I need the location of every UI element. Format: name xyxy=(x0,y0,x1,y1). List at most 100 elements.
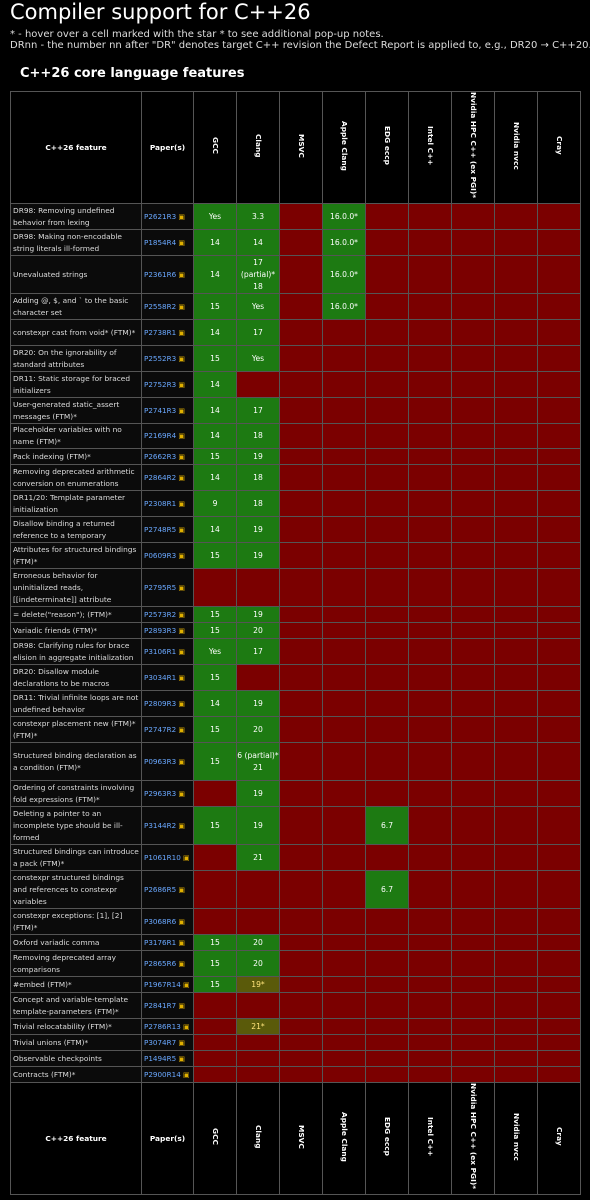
paper-link[interactable]: P2865R6 ▣ xyxy=(141,950,194,977)
paper-link[interactable]: P2621R3 ▣ xyxy=(141,203,194,230)
paper-id[interactable]: P2308R1 xyxy=(144,499,176,508)
feature-name[interactable]: Structured binding declaration as a cond… xyxy=(10,742,142,781)
feature-name[interactable]: constexpr placement new (FTM)* (FTM)* xyxy=(10,716,142,743)
paper-id[interactable]: P2552R3 xyxy=(144,354,176,363)
paper-link[interactable]: P2963R3 ▣ xyxy=(141,780,194,807)
support-cell-apple-clang[interactable]: 16.0.0* xyxy=(322,255,366,294)
feature-name[interactable]: Trivial relocatability (FTM)* xyxy=(10,1018,142,1035)
paper-id[interactable]: P3176R1 xyxy=(144,938,176,947)
paper-id[interactable]: P2786R13 xyxy=(144,1022,181,1031)
feature-name[interactable]: Deleting a pointer to an incomplete type… xyxy=(10,806,142,845)
paper-link[interactable]: P3106R1 ▣ xyxy=(141,638,194,665)
paper-id[interactable]: P2573R2 xyxy=(144,610,176,619)
paper-id[interactable]: P1061R10 xyxy=(144,853,181,862)
paper-id[interactable]: P2893R3 xyxy=(144,626,176,635)
paper-link[interactable]: P1494R5 ▣ xyxy=(141,1050,194,1067)
feature-name[interactable]: Contracts (FTM)* xyxy=(10,1066,142,1083)
paper-link[interactable]: P1854R4 ▣ xyxy=(141,229,194,256)
feature-name[interactable]: Variadic friends (FTM)* xyxy=(10,622,142,639)
feature-name[interactable]: DR20: Disallow module declarations to be… xyxy=(10,664,142,691)
feature-name[interactable]: DR11: Trivial infinite loops are not und… xyxy=(10,690,142,717)
feature-name[interactable]: Removing deprecated arithmetic conversio… xyxy=(10,464,142,491)
paper-link[interactable]: P2752R3 ▣ xyxy=(141,371,194,398)
feature-name[interactable]: Attributes for structured bindings (FTM)… xyxy=(10,542,142,569)
paper-id[interactable]: P2738R1 xyxy=(144,328,176,337)
support-cell-apple-clang[interactable]: 16.0.0* xyxy=(322,229,366,256)
paper-id[interactable]: P0963R3 xyxy=(144,757,176,766)
feature-name[interactable]: DR98: Making non-encodable string litera… xyxy=(10,229,142,256)
feature-name[interactable]: constexpr structured bindings and refere… xyxy=(10,870,142,909)
paper-id[interactable]: P0609R3 xyxy=(144,551,176,560)
feature-name[interactable]: Erroneous behavior for uninitialized rea… xyxy=(10,568,142,607)
feature-name[interactable]: Observable checkpoints xyxy=(10,1050,142,1067)
paper-id[interactable]: P3074R7 xyxy=(144,1038,176,1047)
support-cell-clang[interactable]: 6 (partial)* 21 xyxy=(236,742,280,781)
paper-id[interactable]: P2558R2 xyxy=(144,302,176,311)
paper-link[interactable]: P2686R5 ▣ xyxy=(141,870,194,909)
paper-id[interactable]: P2169R4 xyxy=(144,431,176,440)
paper-id[interactable]: P3106R1 xyxy=(144,647,176,656)
paper-link[interactable]: P3034R1 ▣ xyxy=(141,664,194,691)
paper-id[interactable]: P2741R3 xyxy=(144,406,176,415)
feature-name[interactable]: Structured bindings can introduce a pack… xyxy=(10,844,142,871)
paper-link[interactable]: P2747R2 ▣ xyxy=(141,716,194,743)
paper-link[interactable]: P2552R3 ▣ xyxy=(141,345,194,372)
feature-name[interactable]: constexpr exceptions: [1], [2] (FTM)* xyxy=(10,908,142,935)
support-cell-clang[interactable]: 17 (partial)* 18 xyxy=(236,255,280,294)
support-cell-clang[interactable]: 19* xyxy=(236,976,280,993)
feature-name[interactable]: Adding @, $, and ` to the basic characte… xyxy=(10,293,142,320)
paper-link[interactable]: P2841R7 ▣ xyxy=(141,992,194,1019)
feature-name[interactable]: = delete("reason"); (FTM)* xyxy=(10,606,142,623)
paper-id[interactable]: P2795R5 xyxy=(144,583,176,592)
paper-id[interactable]: P3034R1 xyxy=(144,673,176,682)
feature-name[interactable]: Trivial unions (FTM)* xyxy=(10,1034,142,1051)
feature-name[interactable]: constexpr cast from void* (FTM)* xyxy=(10,319,142,346)
paper-link[interactable]: P3176R1 ▣ xyxy=(141,934,194,951)
feature-name[interactable]: Unevaluated strings xyxy=(10,255,142,294)
paper-id[interactable]: P2752R3 xyxy=(144,380,176,389)
paper-link[interactable]: P2786R13 ▣ xyxy=(141,1018,194,1035)
paper-link[interactable]: P1061R10 ▣ xyxy=(141,844,194,871)
feature-name[interactable]: DR20: On the ignorability of standard at… xyxy=(10,345,142,372)
paper-id[interactable]: P1967R14 xyxy=(144,980,181,989)
paper-link[interactable]: P3074R7 ▣ xyxy=(141,1034,194,1051)
paper-link[interactable]: P2573R2 ▣ xyxy=(141,606,194,623)
paper-id[interactable]: P1854R4 xyxy=(144,238,176,247)
feature-name[interactable]: #embed (FTM)* xyxy=(10,976,142,993)
feature-name[interactable]: Oxford variadic comma xyxy=(10,934,142,951)
paper-link[interactable]: P2893R3 ▣ xyxy=(141,622,194,639)
paper-link[interactable]: P0609R3 ▣ xyxy=(141,542,194,569)
paper-link[interactable]: P2900R14 ▣ xyxy=(141,1066,194,1083)
paper-id[interactable]: P2864R2 xyxy=(144,473,176,482)
paper-id[interactable]: P3068R6 xyxy=(144,917,176,926)
feature-name[interactable]: DR11/20: Template parameter initializati… xyxy=(10,490,142,517)
paper-link[interactable]: P3144R2 ▣ xyxy=(141,806,194,845)
paper-id[interactable]: P2686R5 xyxy=(144,885,176,894)
paper-id[interactable]: P2748R5 xyxy=(144,525,176,534)
paper-id[interactable]: P2361R6 xyxy=(144,270,176,279)
paper-link[interactable]: P2361R6 ▣ xyxy=(141,255,194,294)
paper-id[interactable]: P2621R3 xyxy=(144,212,176,221)
feature-name[interactable]: Removing deprecated array comparisons xyxy=(10,950,142,977)
paper-link[interactable]: P3068R6 ▣ xyxy=(141,908,194,935)
feature-name[interactable]: Disallow binding a returned reference to… xyxy=(10,516,142,543)
paper-link[interactable]: P2169R4 ▣ xyxy=(141,423,194,449)
feature-name[interactable]: DR11: Static storage for braced initiali… xyxy=(10,371,142,398)
paper-id[interactable]: P2841R7 xyxy=(144,1001,176,1010)
feature-name[interactable]: Pack indexing (FTM)* xyxy=(10,448,142,465)
paper-link[interactable]: P2748R5 ▣ xyxy=(141,516,194,543)
paper-link[interactable]: P2308R1 ▣ xyxy=(141,490,194,517)
paper-id[interactable]: P1494R5 xyxy=(144,1054,176,1063)
feature-name[interactable]: DR98: Clarifying rules for brace elision… xyxy=(10,638,142,665)
feature-name[interactable]: Concept and variable-template template-p… xyxy=(10,992,142,1019)
feature-name[interactable]: Ordering of constraints involving fold e… xyxy=(10,780,142,807)
paper-id[interactable]: P3144R2 xyxy=(144,821,176,830)
feature-name[interactable]: Placeholder variables with no name (FTM)… xyxy=(10,423,142,449)
paper-link[interactable]: P2738R1 ▣ xyxy=(141,319,194,346)
paper-id[interactable]: P2809R3 xyxy=(144,699,176,708)
paper-link[interactable]: P2795R5 ▣ xyxy=(141,568,194,607)
paper-link[interactable]: P2809R3 ▣ xyxy=(141,690,194,717)
paper-id[interactable]: P2662R3 xyxy=(144,452,176,461)
paper-link[interactable]: P2558R2 ▣ xyxy=(141,293,194,320)
paper-id[interactable]: P2963R3 xyxy=(144,789,176,798)
